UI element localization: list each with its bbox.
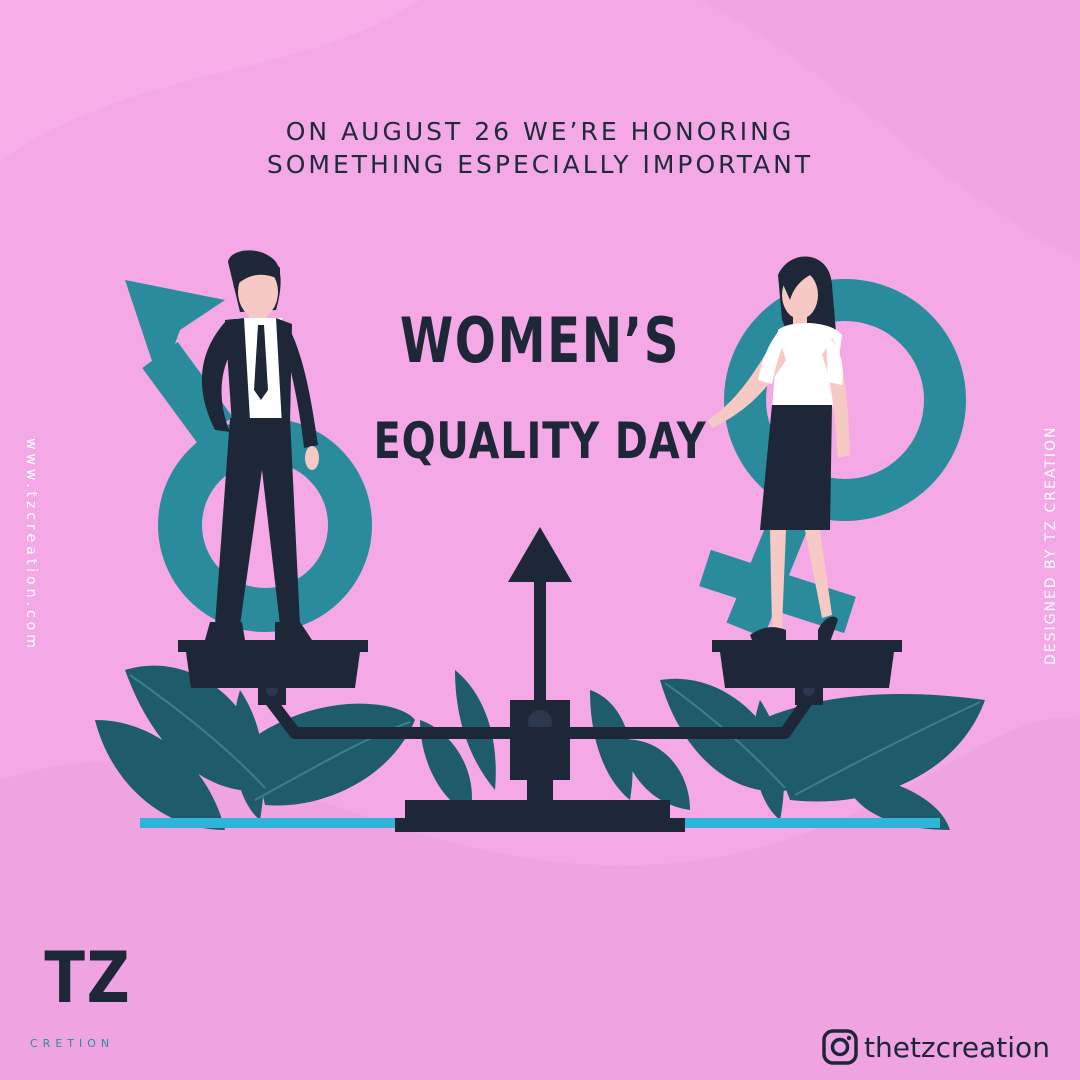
instagram-link[interactable]: thetzcreation xyxy=(822,1027,1050,1067)
instagram-icon xyxy=(822,1029,858,1065)
brand-logo: TZ xyxy=(44,937,132,1019)
headline-line-1: ON AUGUST 26 WE’RE HONORING xyxy=(285,117,795,146)
title-line-1: WOMEN’S xyxy=(399,304,681,377)
headline-line-2: SOMETHING ESPECIALLY IMPORTANT xyxy=(266,150,814,179)
website-url[interactable]: www.tzcreation.com xyxy=(5,425,39,665)
poster: ON AUGUST 26 WE’RE HONORING SOMETHING ES… xyxy=(0,0,1080,1080)
designed-by-credit: DESIGNED BY TZ CREATION xyxy=(1043,425,1059,665)
instagram-handle: thetzcreation xyxy=(864,1030,1050,1064)
title-line-2: EQUALITY DAY xyxy=(373,412,707,470)
brand-logo-subtext: CRETION xyxy=(30,1037,115,1050)
